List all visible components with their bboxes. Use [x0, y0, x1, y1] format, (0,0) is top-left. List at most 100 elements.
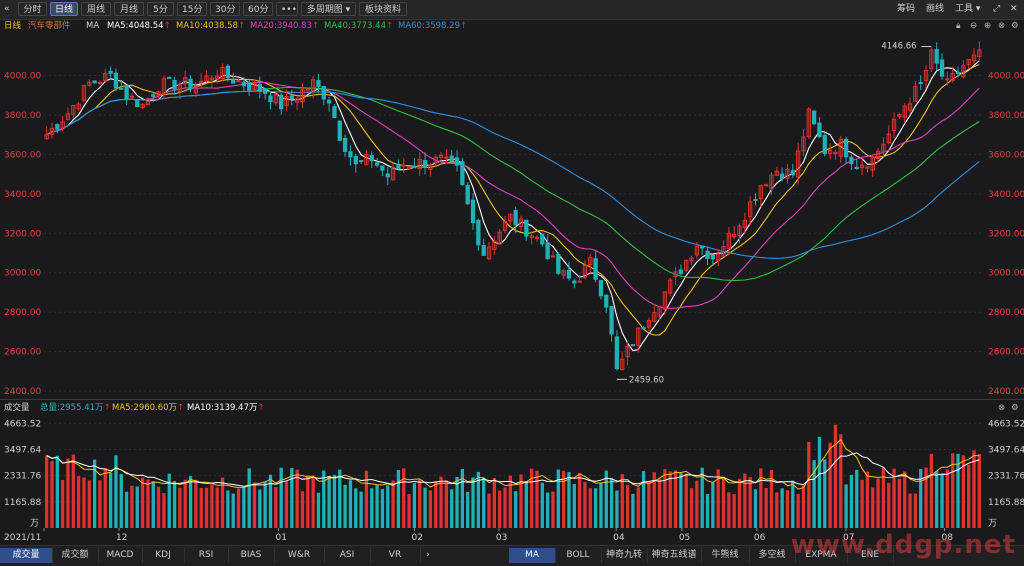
- settings-gear-icon[interactable]: ⚙: [1011, 19, 1019, 33]
- volume-settings-icon[interactable]: ⚙: [1011, 401, 1019, 415]
- chip-button[interactable]: 筹码: [897, 3, 915, 16]
- candle-body: [321, 85, 326, 100]
- candle-body: [678, 269, 684, 275]
- candle-body: [263, 88, 268, 94]
- tab-volume[interactable]: 成交量: [0, 548, 53, 563]
- volume-bar: [684, 473, 688, 528]
- period-tab-5min[interactable]: 5分: [147, 2, 174, 16]
- volume-bar: [263, 481, 267, 528]
- tab-magic-five[interactable]: 神奇五线谱: [647, 548, 702, 563]
- zoom-out-icon[interactable]: ⊖: [970, 19, 977, 33]
- zoom-in-icon[interactable]: ⊕: [984, 19, 991, 33]
- candle-body: [918, 82, 923, 85]
- candle-body: [598, 280, 604, 297]
- annotation-label: 2459.60: [629, 375, 664, 385]
- volume-tick-right: 1165.88: [988, 498, 1024, 508]
- multi-period-dropdown[interactable]: 多周期图 ▾: [301, 2, 356, 16]
- candle-body: [945, 78, 950, 81]
- volume-bar: [375, 484, 379, 528]
- volume-bar: [156, 486, 161, 528]
- legend-ma5-text: MA5:4048.54: [107, 21, 164, 31]
- volume-bar: [743, 473, 747, 528]
- back-icon[interactable]: «: [4, 3, 10, 16]
- period-tab-60min[interactable]: 60分: [243, 2, 273, 16]
- volume-bar: [402, 468, 406, 528]
- tab-long-short[interactable]: 多空线: [749, 548, 796, 563]
- volume-bar: [471, 477, 475, 528]
- volume-bar: [599, 482, 603, 528]
- volume-bar: [210, 484, 214, 528]
- volume-bar: [300, 491, 305, 528]
- price-tick-left: 3200.00: [4, 229, 41, 239]
- candle-body: [934, 49, 939, 64]
- tab-rsi[interactable]: RSI: [184, 548, 229, 563]
- period-tab-30min[interactable]: 30分: [210, 2, 240, 16]
- candle-body: [236, 80, 241, 83]
- volume-bar: [231, 493, 235, 528]
- tab-wr[interactable]: W&R: [274, 548, 325, 563]
- volume-bar: [929, 453, 934, 528]
- period-tab-intraday[interactable]: 分时: [18, 2, 47, 16]
- legend-ma5: MA5:4048.54↑: [107, 19, 171, 33]
- candle-body: [955, 72, 961, 75]
- tab-bull-bear[interactable]: 牛熊线: [701, 548, 750, 563]
- period-tab-daily[interactable]: 日线: [50, 2, 78, 16]
- candle-body: [385, 173, 390, 178]
- volume-bar: [919, 469, 923, 528]
- price-tick-left: 2600.00: [4, 348, 41, 358]
- tabs-more-icon[interactable]: ›: [420, 548, 436, 563]
- tab-kdj[interactable]: KDJ: [142, 548, 185, 563]
- candle-body: [449, 155, 454, 162]
- volume-bar: [897, 478, 902, 528]
- volume-bar: [593, 488, 598, 528]
- lock-icon[interactable]: 🔒︎: [956, 19, 961, 33]
- chart-close-icon[interactable]: ⊗: [998, 19, 1005, 33]
- candle-body: [257, 83, 262, 92]
- tab-turnover[interactable]: 成交额: [52, 548, 99, 563]
- tab-ma[interactable]: MA: [509, 548, 556, 563]
- candle-body: [790, 170, 795, 176]
- draw-line-button[interactable]: 画线: [926, 3, 944, 16]
- tab-bias[interactable]: BIAS: [228, 548, 275, 563]
- tab-boll[interactable]: BOLL: [555, 548, 602, 563]
- volume-bar: [167, 473, 171, 528]
- price-tick-right: 3600.00: [988, 150, 1024, 160]
- close-icon[interactable]: ✕: [1010, 3, 1018, 16]
- candle-body: [577, 280, 582, 283]
- period-tab-weekly[interactable]: 周线: [81, 2, 111, 16]
- candle-body: [332, 106, 337, 119]
- tab-vr[interactable]: VR: [370, 548, 421, 563]
- volume-bar: [71, 454, 75, 528]
- volume-bar: [364, 470, 369, 528]
- volume-bar: [604, 470, 608, 528]
- volume-bar: [215, 487, 219, 528]
- candle-body: [348, 151, 353, 158]
- toolbar: « 分时 日线 周线 月线 5分 15分 30分 60分 ••• 多周期图 ▾ …: [0, 0, 1024, 20]
- tab-macd[interactable]: MACD: [98, 548, 143, 563]
- arrow-up-icon: ↑: [237, 21, 246, 31]
- arrow-up-icon: ↑: [177, 403, 185, 413]
- volume-bar: [775, 492, 779, 528]
- candle-body: [454, 157, 460, 166]
- tab-asi[interactable]: ASI: [324, 548, 371, 563]
- legend-ma40-text: MA40:3773.44: [324, 21, 386, 31]
- candle-body: [460, 161, 465, 186]
- date-label: 2021/11: [4, 533, 41, 543]
- volume-bar: [871, 487, 875, 528]
- legend-ma40: MA40:3773.44↑: [324, 19, 393, 33]
- period-tab-monthly[interactable]: 月线: [114, 2, 144, 16]
- sector-info-button[interactable]: 板块资料: [359, 2, 407, 16]
- tab-magic-nine[interactable]: 神奇九转: [601, 548, 648, 563]
- expand-icon[interactable]: ⤢: [993, 3, 1000, 16]
- volume-close-icon[interactable]: ⊗: [998, 401, 1005, 415]
- period-tab-15min[interactable]: 15分: [177, 2, 207, 16]
- volume-ma10: MA10:3139.47万↑: [187, 401, 265, 415]
- legend-ma60-text: MA60:3598.29: [398, 21, 460, 31]
- tools-button[interactable]: 工具 ▾: [955, 3, 980, 16]
- volume-bar: [434, 481, 438, 528]
- candle-body: [540, 233, 545, 245]
- volume-bar: [487, 493, 491, 528]
- candle-body: [337, 120, 342, 141]
- volume-bar: [641, 471, 646, 528]
- more-periods-button[interactable]: •••: [276, 2, 298, 16]
